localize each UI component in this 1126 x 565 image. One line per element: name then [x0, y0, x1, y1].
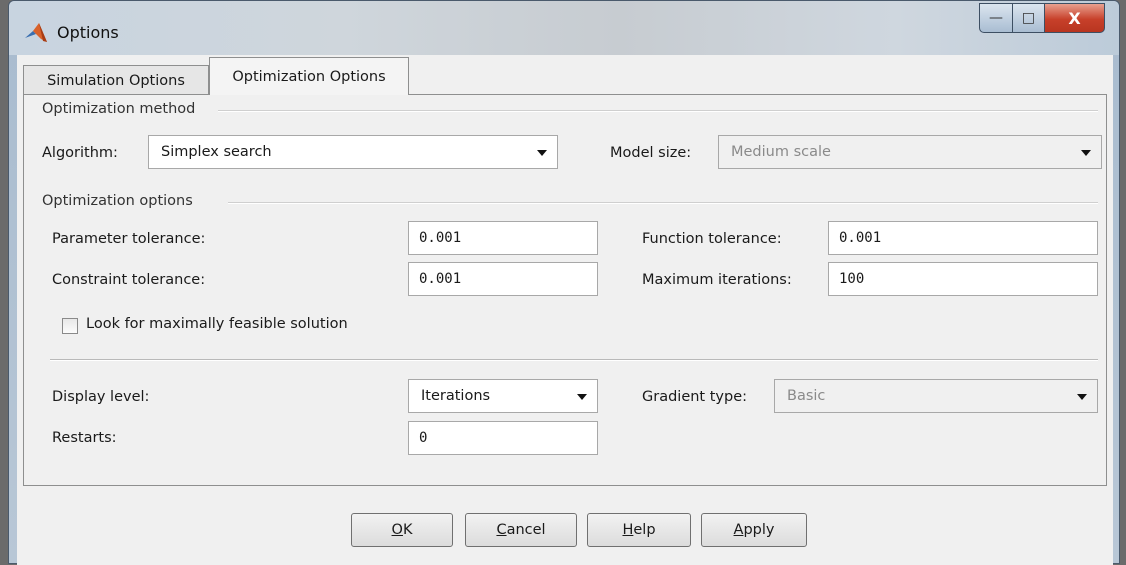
algorithm-label: Algorithm:	[42, 145, 118, 161]
constraint-tolerance-input[interactable]: 0.001	[408, 262, 598, 296]
tab-optimization-options[interactable]: Optimization Options	[209, 57, 409, 95]
parameter-tolerance-label: Parameter tolerance:	[52, 231, 206, 247]
display-level-dropdown[interactable]: Iterations	[408, 379, 598, 413]
optimization-method-heading: Optimization method	[42, 101, 196, 117]
cancel-button[interactable]: Cancel	[465, 513, 577, 547]
maximize-button[interactable]: □	[1013, 3, 1045, 33]
gradient-type-dropdown[interactable]: Basic	[774, 379, 1098, 413]
model-size-value: Medium scale	[731, 144, 831, 160]
model-size-dropdown[interactable]: Medium scale	[718, 135, 1102, 169]
algorithm-value: Simplex search	[161, 144, 272, 160]
model-size-label: Model size:	[610, 145, 692, 161]
close-button[interactable]: X	[1045, 3, 1105, 33]
ok-button[interactable]: OK	[351, 513, 453, 547]
constraint-tolerance-label: Constraint tolerance:	[52, 272, 206, 288]
tab-strip: Simulation Options Optimization Options	[17, 55, 1113, 95]
chevron-down-icon	[577, 394, 587, 400]
chevron-down-icon	[537, 150, 547, 156]
restarts-input[interactable]: 0	[408, 421, 598, 455]
chevron-down-icon	[1077, 394, 1087, 400]
title-bar[interactable]: Options — □ X	[9, 1, 1119, 55]
algorithm-dropdown[interactable]: Simplex search	[148, 135, 558, 169]
dialog-client: Simulation Options Optimization Options …	[17, 55, 1113, 565]
optimization-options-heading: Optimization options	[42, 193, 193, 209]
section-separator	[50, 359, 1098, 361]
optimization-options-panel: Optimization method Algorithm: Simplex s…	[23, 94, 1107, 486]
restarts-label: Restarts:	[52, 430, 117, 446]
help-button[interactable]: Help	[587, 513, 691, 547]
maximum-iterations-label: Maximum iterations:	[642, 272, 792, 288]
window-controls: — □ X	[979, 3, 1105, 33]
gradient-type-label: Gradient type:	[642, 389, 747, 405]
apply-button[interactable]: Apply	[701, 513, 807, 547]
function-tolerance-label: Function tolerance:	[642, 231, 782, 247]
minimize-button[interactable]: —	[979, 3, 1013, 33]
cancel-label-rest: ancel	[506, 522, 546, 538]
cancel-mnemonic: C	[496, 522, 507, 538]
maximum-iterations-input[interactable]: 100	[828, 262, 1098, 296]
options-window: Options — □ X Simulation Options Optimiz…	[8, 0, 1120, 565]
display-level-label: Display level:	[52, 389, 150, 405]
group-divider	[218, 110, 1098, 112]
feasible-solution-label[interactable]: Look for maximally feasible solution	[86, 316, 348, 332]
parameter-tolerance-input[interactable]: 0.001	[408, 221, 598, 255]
help-label-rest: elp	[633, 522, 656, 538]
apply-mnemonic: A	[733, 522, 744, 538]
function-tolerance-input[interactable]: 0.001	[828, 221, 1098, 255]
window-title: Options	[57, 23, 119, 42]
ok-label-rest: K	[402, 522, 413, 538]
gradient-type-value: Basic	[787, 388, 826, 404]
ok-mnemonic: O	[391, 522, 403, 538]
apply-label-rest: pply	[743, 522, 775, 538]
chevron-down-icon	[1081, 150, 1091, 156]
feasible-solution-checkbox[interactable]	[62, 318, 78, 334]
help-mnemonic: H	[622, 522, 634, 538]
tab-simulation-options[interactable]: Simulation Options	[23, 65, 209, 95]
display-level-value: Iterations	[421, 388, 491, 404]
group-divider	[228, 202, 1098, 204]
matlab-icon	[25, 23, 47, 42]
